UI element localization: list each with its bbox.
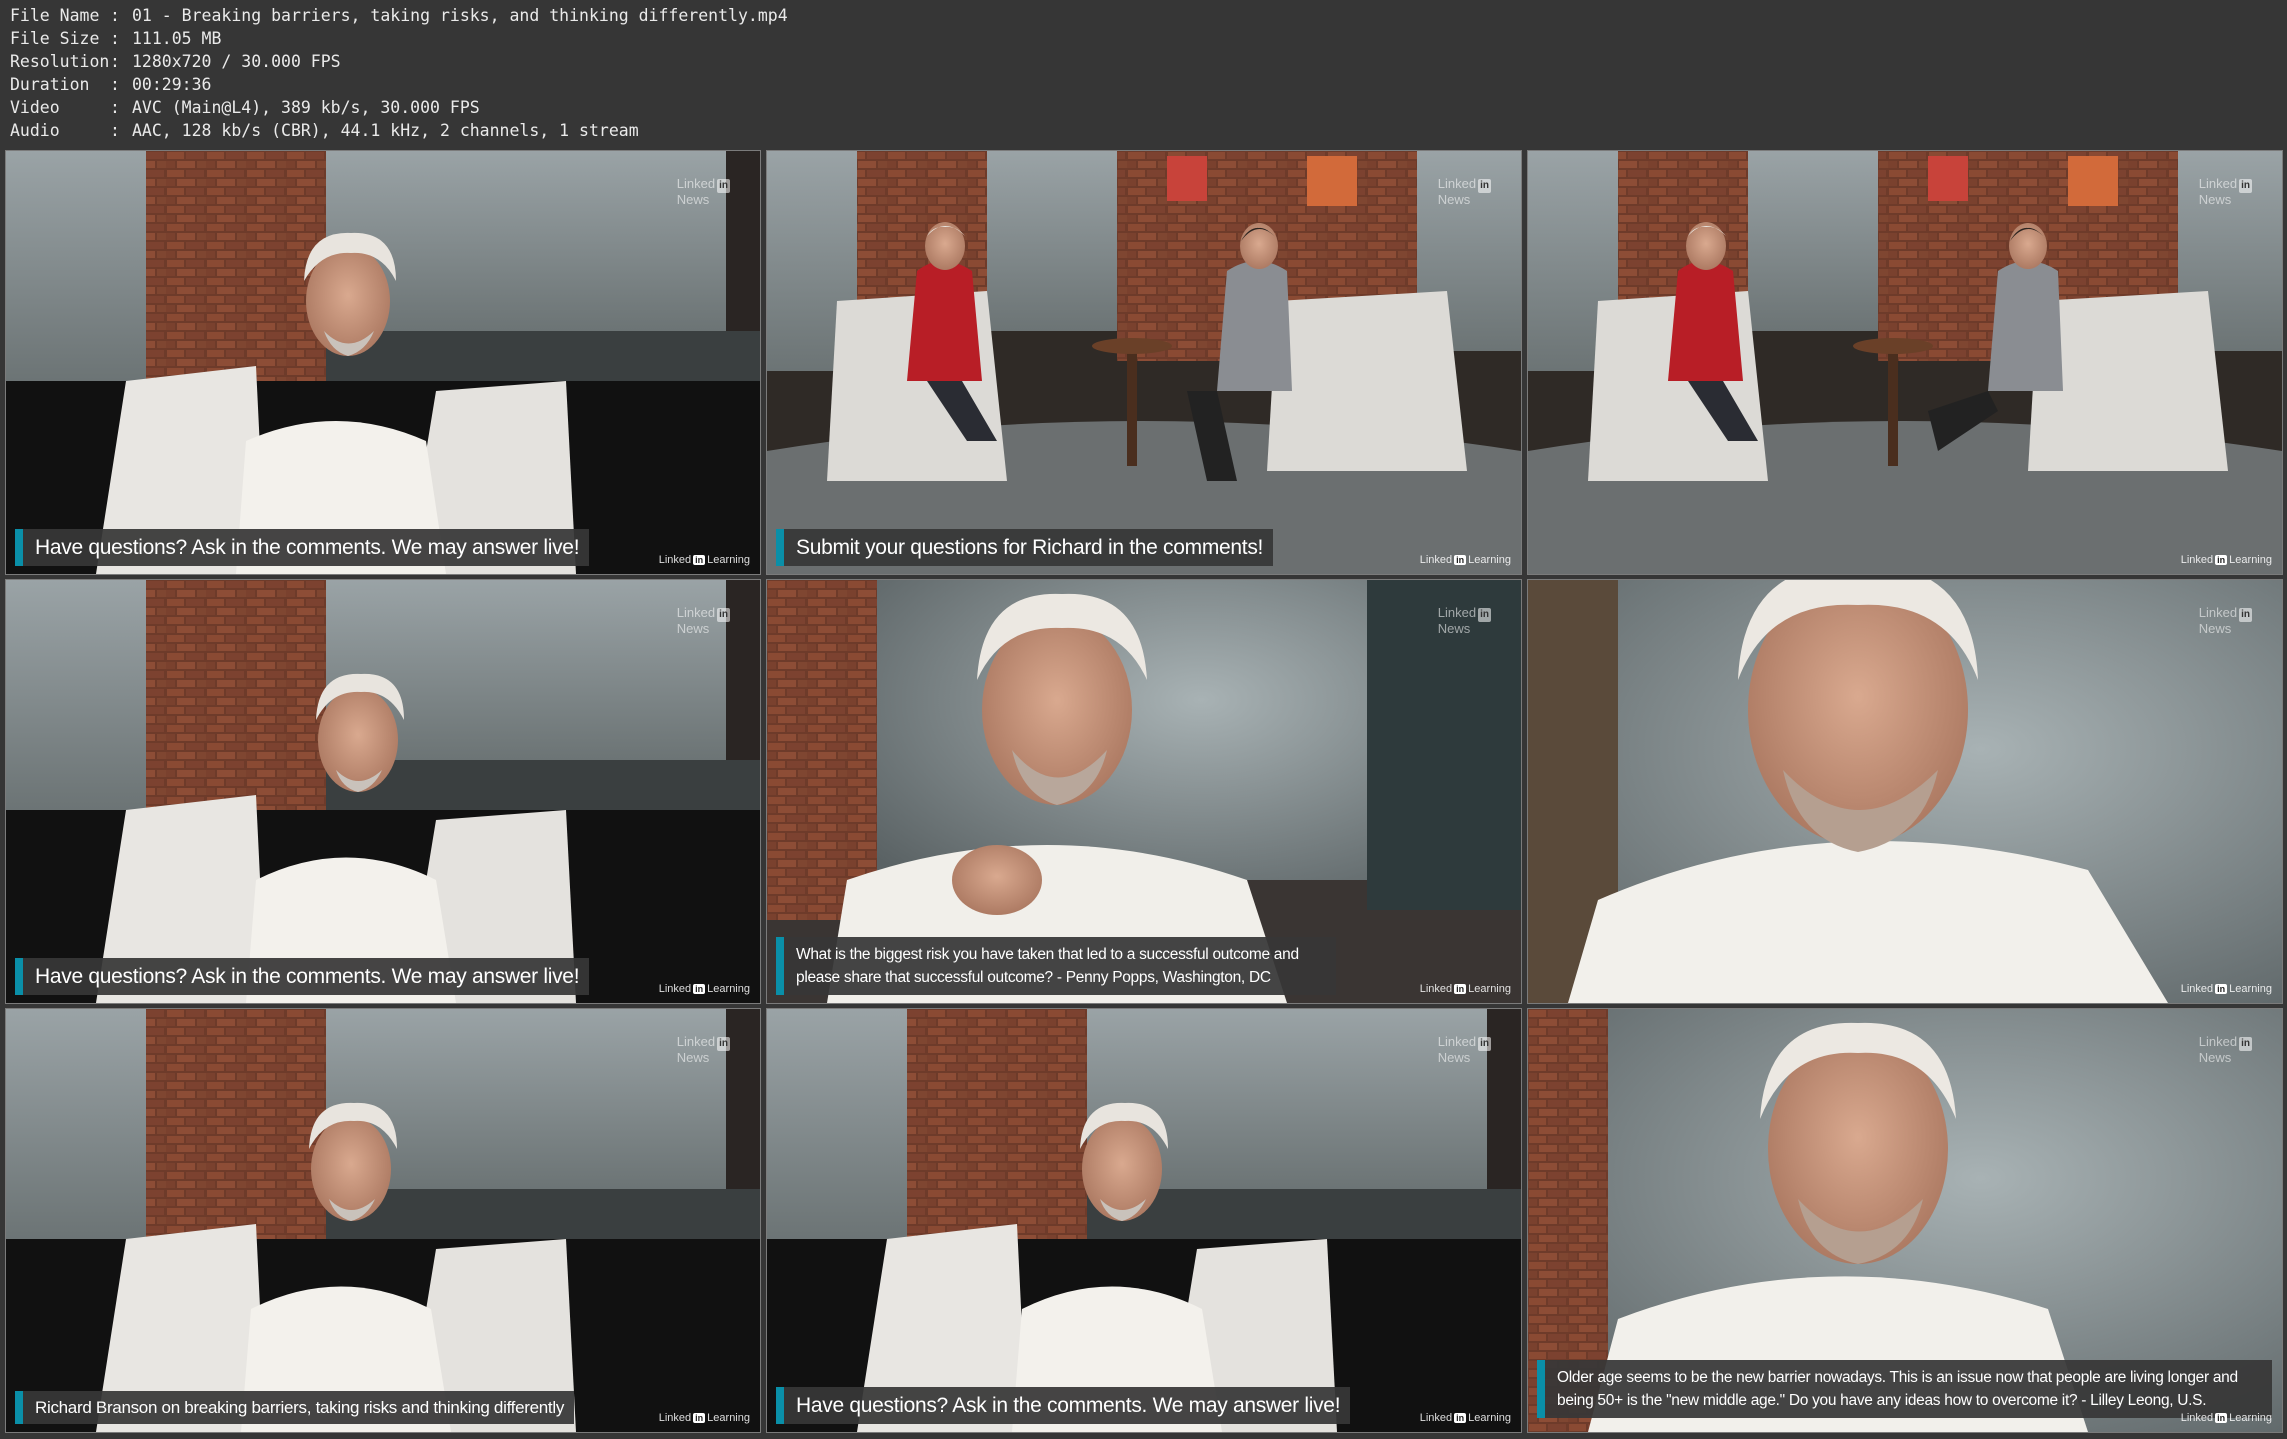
file-size-value: 111.05 MB	[132, 29, 222, 48]
file-name-value: 01 - Breaking barriers, taking risks, an…	[132, 6, 788, 25]
caption-banner: Have questions? Ask in the comments. We …	[776, 1387, 1351, 1424]
linkedin-learning-logo: Linked in Learning	[2180, 1412, 2272, 1424]
linkedin-learning-logo: Linked in Learning	[2180, 983, 2272, 995]
resolution-value: 1280x720 / 30.000 FPS	[132, 52, 341, 71]
linkedin-learning-logo: Linked in Learning	[1419, 983, 1511, 995]
linkedin-learning-logo: Linked in Learning	[658, 1412, 750, 1424]
caption-banner: Older age seems to be the new barrier no…	[1537, 1360, 2272, 1418]
file-metadata: File Name:01 - Breaking barriers, taking…	[10, 4, 788, 142]
video-thumbnail[interactable]: Linked in News Richard Branson on breaking…	[5, 1008, 761, 1433]
metadata-row: File Name:01 - Breaking barriers, taking…	[10, 6, 788, 25]
video-thumbnail[interactable]: Linked in News Linked in Learning	[1527, 579, 2283, 1004]
audio-codec-value: AAC, 128 kb/s (CBR), 44.1 kHz, 2 channel…	[132, 121, 639, 140]
video-thumbnail[interactable]: Linked in News What is the biggest risk yo…	[766, 579, 1522, 1004]
caption-banner: What is the biggest risk you have taken …	[776, 937, 1336, 995]
metadata-row: Duration:00:29:36	[10, 75, 212, 94]
linkedin-news-watermark: Linked in News	[1437, 605, 1491, 636]
video-thumbnail[interactable]: Linked in News Have questions? Ask in the …	[5, 579, 761, 1004]
video-codec-value: AVC (Main@L4), 389 kb/s, 30.000 FPS	[132, 98, 480, 117]
linkedin-news-watermark: Linked in News	[2198, 605, 2252, 636]
video-thumbnail[interactable]: Linked in News Have questions? Ask in the …	[766, 1008, 1522, 1433]
video-frame-image	[1528, 151, 2282, 574]
linkedin-news-watermark: Linked in News	[676, 1034, 730, 1065]
metadata-row: Audio: AAC, 128 kb/s (CBR), 44.1 kHz, 2 c…	[10, 121, 639, 140]
linkedin-news-watermark: Linked in News	[676, 176, 730, 207]
duration-value: 00:29:36	[132, 75, 212, 94]
video-frame-image	[6, 151, 760, 574]
caption-banner: Submit your questions for Richard in the…	[776, 529, 1274, 566]
linkedin-news-watermark: Linked in News	[1437, 176, 1491, 207]
video-thumbnail[interactable]: Linked in News Linked in Learning	[1527, 150, 2283, 575]
thumbnail-grid: Linked in News Have questions? Ask in the …	[5, 150, 2283, 1433]
metadata-row: Video: AVC (Main@L4), 389 kb/s, 30.000 FP…	[10, 98, 480, 117]
linkedin-news-watermark: Linked in News	[2198, 176, 2252, 207]
caption-banner: Have questions? Ask in the comments. We …	[15, 529, 590, 566]
video-frame-image	[6, 580, 760, 1003]
caption-banner: Have questions? Ask in the comments. We …	[15, 958, 590, 995]
metadata-row: Resolution:1280x720 / 30.000 FPS	[10, 52, 341, 71]
linkedin-news-watermark: Linked in News	[2198, 1034, 2252, 1065]
metadata-row: File Size:111.05 MB	[10, 29, 222, 48]
linkedin-learning-logo: Linked in Learning	[658, 983, 750, 995]
video-frame-image	[767, 1009, 1521, 1432]
linkedin-learning-logo: Linked in Learning	[658, 554, 750, 566]
linkedin-news-watermark: Linked in News	[1437, 1034, 1491, 1065]
video-frame-image	[1528, 580, 2282, 1003]
linkedin-news-watermark: Linked in News	[676, 605, 730, 636]
caption-banner: Richard Branson on breaking barriers, ta…	[15, 1391, 575, 1424]
video-frame-image	[6, 1009, 760, 1432]
video-frame-image	[767, 151, 1521, 574]
linkedin-learning-logo: Linked in Learning	[1419, 1412, 1511, 1424]
linkedin-learning-logo: Linked in Learning	[2180, 554, 2272, 566]
video-thumbnail[interactable]: Linked in News Have questions? Ask in the …	[5, 150, 761, 575]
video-thumbnail[interactable]: Linked in News Older age seems to be the n…	[1527, 1008, 2283, 1433]
linkedin-learning-logo: Linked in Learning	[1419, 554, 1511, 566]
video-thumbnail[interactable]: Linked in News Submit your questions for R…	[766, 150, 1522, 575]
